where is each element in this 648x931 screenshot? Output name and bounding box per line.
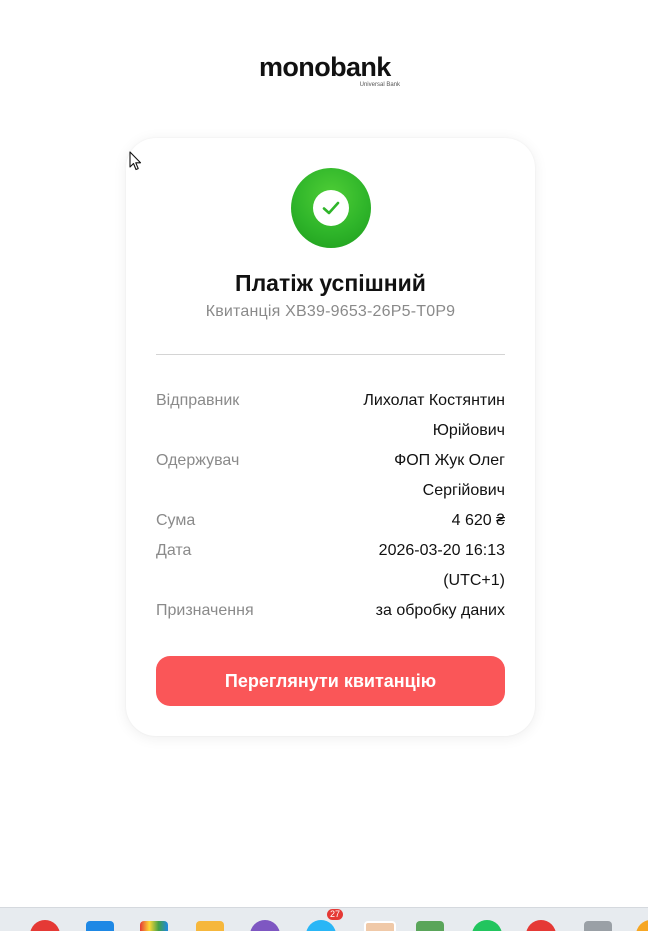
folder-icon[interactable]	[196, 921, 224, 931]
app-icon-gray[interactable]	[584, 921, 612, 931]
app-icon-red-avatar[interactable]	[526, 920, 556, 931]
detail-value: Лихолат Костянтин Юрійович	[363, 392, 505, 439]
detail-row-recipient: Одержувач ФОП Жук Олег Сергійович	[156, 446, 505, 506]
check-icon	[322, 201, 340, 215]
payment-details: Відправник Лихолат Костянтин Юрійович Од…	[156, 386, 505, 626]
app-icon-green[interactable]	[472, 920, 502, 931]
detail-label: Одержувач	[156, 452, 240, 469]
app-icon-light-blue[interactable]	[306, 920, 336, 931]
taskbar: 27	[0, 907, 648, 931]
receipt-number: Квитанція XB39-9653-26P5-T0P9	[205, 303, 456, 320]
app-icon-colorful[interactable]	[140, 921, 168, 931]
page: monobank Universal Bank Платіж успішний …	[0, 0, 648, 931]
app-icon-green-square[interactable]	[416, 921, 444, 931]
notification-badge: 27	[327, 909, 344, 920]
app-icon-red[interactable]	[30, 920, 60, 931]
detail-value: 2026-03-20 16:13 (UTC+1)	[378, 542, 505, 589]
app-icon-blue[interactable]	[86, 921, 114, 931]
detail-row-purpose: Призначення за обробку даних	[156, 596, 505, 626]
detail-row-amount: Сума 4 620 ₴	[156, 506, 505, 536]
avatar[interactable]	[364, 921, 396, 931]
divider	[156, 354, 505, 355]
payment-result-card: Платіж успішний Квитанція XB39-9653-26P5…	[126, 138, 535, 736]
monobank-logo: monobank Universal Bank	[259, 52, 404, 92]
view-receipt-button[interactable]: Переглянути квитанцію	[156, 656, 505, 706]
detail-label: Дата	[156, 542, 192, 559]
detail-value: 4 620 ₴	[451, 512, 505, 529]
app-icon-orange[interactable]	[636, 920, 648, 931]
detail-label: Сума	[156, 512, 196, 529]
detail-row-date: Дата 2026-03-20 16:13 (UTC+1)	[156, 536, 505, 596]
app-icon-purple[interactable]	[250, 920, 280, 931]
detail-value: за обробку даних	[375, 602, 505, 619]
detail-value: ФОП Жук Олег Сергійович	[394, 452, 505, 499]
payment-status-title: Платіж успішний	[235, 270, 426, 296]
detail-row-sender: Відправник Лихолат Костянтин Юрійович	[156, 386, 505, 446]
mouse-cursor-icon	[129, 151, 142, 171]
detail-label: Призначення	[156, 602, 254, 619]
logo-wordmark: monobank	[259, 52, 391, 82]
detail-label: Відправник	[156, 392, 240, 409]
check-icon-background	[313, 190, 349, 226]
logo-subtitle: Universal Bank	[359, 82, 400, 88]
check-circle-icon	[291, 168, 371, 248]
